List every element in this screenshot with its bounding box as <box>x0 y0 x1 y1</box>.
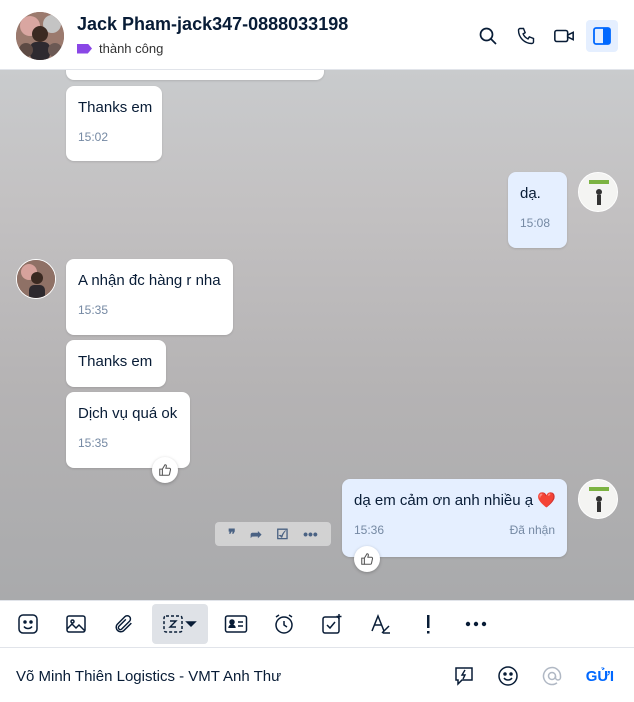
sidebar-toggle-icon <box>593 27 611 45</box>
delivery-status: Đã nhận <box>509 523 555 537</box>
search-icon <box>479 27 497 45</box>
message-bubble[interactable]: Thanks em <box>66 340 166 387</box>
voice-call-button[interactable] <box>510 20 542 52</box>
message-bubble[interactable]: A nhận đc hàng r nha 15:35 <box>66 259 233 335</box>
contact-card-icon <box>224 615 248 633</box>
message-bubble[interactable]: Dịch vụ quá ok 15:35 <box>66 392 190 468</box>
at-mention-icon <box>542 666 561 686</box>
sticker-icon <box>18 614 38 634</box>
conversation-info-button[interactable] <box>586 20 618 52</box>
contact-label-tag[interactable]: thành công <box>77 41 163 56</box>
message-text-content: dạ em cảm ơn anh nhiều ạ <box>354 492 534 509</box>
task-icon <box>322 614 342 634</box>
reaction-button[interactable] <box>354 546 380 572</box>
contact-avatar[interactable] <box>16 12 64 60</box>
contact-label-text: thành công <box>99 41 164 56</box>
thumbs-up-icon <box>361 553 374 565</box>
emoji-icon <box>497 666 518 686</box>
message-input[interactable]: Võ Minh Thiên Logistics - VMT Anh Thư <box>16 668 281 685</box>
sender-avatar[interactable] <box>578 479 618 519</box>
message-time: 15:35 <box>78 436 109 450</box>
phone-icon <box>517 27 535 45</box>
send-button[interactable]: GỬI <box>580 668 620 685</box>
message-text: dạ. <box>520 185 541 202</box>
search-button[interactable] <box>472 20 504 52</box>
message-time: 15:35 <box>78 303 109 317</box>
more-options-icon[interactable]: ••• <box>303 526 318 542</box>
message-text: Thanks em <box>78 353 153 370</box>
screenshot-button[interactable] <box>152 604 208 644</box>
sender-avatar[interactable] <box>16 259 56 299</box>
quote-icon[interactable]: ❞ <box>228 526 236 543</box>
message-text: Dịch vụ quá ok <box>78 405 178 422</box>
image-icon <box>66 615 86 633</box>
send-image-button[interactable] <box>56 604 96 644</box>
video-call-icon <box>554 29 574 43</box>
forward-icon[interactable]: ➦ <box>250 526 262 543</box>
add-task-icon[interactable]: ☑ <box>276 526 289 543</box>
message-time: 15:36 <box>354 523 385 537</box>
reaction-button[interactable] <box>152 457 178 483</box>
message-text: Thanks em <box>78 99 153 116</box>
attach-file-button[interactable] <box>104 604 144 644</box>
message-text: A nhận đc hàng r nha <box>78 272 221 289</box>
thumbs-up-icon <box>159 464 172 476</box>
message-bubble[interactable]: dạ em cảm ơn anh nhiều ạ ❤️ 15:36 Đã nhậ… <box>342 479 567 557</box>
quick-message-button[interactable] <box>448 662 480 690</box>
mention-button[interactable] <box>536 662 568 690</box>
screenshot-icon <box>163 615 197 633</box>
mark-important-button[interactable] <box>408 604 448 644</box>
reminder-icon <box>275 614 293 634</box>
quick-message-icon <box>454 667 473 686</box>
message-bubble[interactable]: Thanks em 15:02 <box>66 86 162 161</box>
text-format-button[interactable] <box>360 604 400 644</box>
more-toolbar-button[interactable] <box>456 604 496 644</box>
video-call-button[interactable] <box>548 20 580 52</box>
important-icon <box>427 615 430 634</box>
heart-emoji: ❤️ <box>537 492 556 509</box>
composer-toolbar <box>0 600 634 648</box>
message-text: dạ em cảm ơn anh nhiều ạ ❤️ <box>354 491 556 511</box>
message-list[interactable]: Thanks em 15:02 dạ. 15:08 A nhận đc hàng… <box>0 70 634 600</box>
attachment-icon <box>115 615 132 633</box>
sticker-button[interactable] <box>8 604 48 644</box>
message-bubble-partial[interactable] <box>66 70 324 80</box>
format-text-icon <box>371 613 390 634</box>
chat-header: Jack Pham-jack347-0888033198 thành công <box>0 0 634 70</box>
more-icon <box>465 621 487 627</box>
reminder-button[interactable] <box>264 604 304 644</box>
send-contact-card-button[interactable] <box>216 604 256 644</box>
message-time: 15:08 <box>520 216 551 230</box>
label-tag-icon <box>77 43 92 54</box>
contact-name[interactable]: Jack Pham-jack347-0888033198 <box>77 14 348 35</box>
message-bubble[interactable]: dạ. 15:08 <box>508 172 567 248</box>
message-composer[interactable]: Võ Minh Thiên Logistics - VMT Anh Thư GỬ… <box>0 648 634 702</box>
message-time: 15:02 <box>78 130 109 144</box>
emoji-button[interactable] <box>492 662 524 690</box>
message-hover-actions: ❞ ➦ ☑ ••• <box>215 522 331 546</box>
assign-task-button[interactable] <box>312 604 352 644</box>
sender-avatar[interactable] <box>578 172 618 212</box>
